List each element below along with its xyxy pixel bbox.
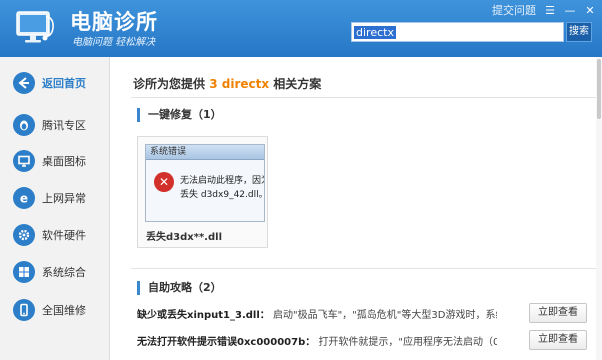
guide-row: 无法打开软件提示错误0xc000007b： 打开软件就提示，"应用程序无法启动（… xyxy=(137,330,597,350)
sidebar-item-home[interactable]: 返回首页 xyxy=(0,68,110,98)
quick-fix-card[interactable]: 系统错误 ✕ 无法启动此程序，因为 丢失 d3dx9_42.dll。 丢失d3d… xyxy=(137,136,268,248)
app-header: 电脑诊所 电脑问题 轻松解决 提交问题 ☰ — ✕ directx 搜索 xyxy=(0,0,602,57)
arrow-left-icon xyxy=(13,72,35,94)
quick-fix-title: 一键修复（1） xyxy=(137,108,222,122)
sidebar-item-tencent[interactable]: 腾讯专区 xyxy=(0,110,110,140)
thumb-error-line1: 无法启动此程序，因为 xyxy=(180,176,265,186)
sidebar-item-repair[interactable]: 全国维修 xyxy=(0,295,110,325)
view-now-button[interactable]: 立即查看 xyxy=(529,330,587,350)
sidebar-item-system[interactable]: 系统综合 xyxy=(0,257,110,287)
guide-desc: 启动"极品飞车"，"孤岛危机"等大型3D游戏时，系统弹出对... xyxy=(272,310,497,321)
sidebar-item-software-hardware[interactable]: 软件硬件 xyxy=(0,220,110,250)
sidebar-item-label: 上网异常 xyxy=(42,192,86,205)
minimize-icon[interactable]: — xyxy=(564,4,576,16)
result-summary: 诊所为您提供 3 directx 相关方案 xyxy=(133,75,321,92)
result-count: 3 xyxy=(209,77,218,91)
app-title: 电脑诊所 xyxy=(70,10,158,34)
sidebar-item-label: 返回首页 xyxy=(42,77,86,90)
sidebar: 返回首页 腾讯专区 桌面图标 e 上网异常 软件硬件 系统综合 全国维修 xyxy=(0,57,110,360)
phone-icon xyxy=(13,299,35,321)
menu-icon[interactable]: ☰ xyxy=(544,4,556,16)
app-slogan: 电脑问题 轻松解决 xyxy=(72,37,156,48)
error-dialog-thumbnail: 系统错误 ✕ 无法启动此程序，因为 丢失 d3dx9_42.dll。 xyxy=(145,144,265,222)
scrollbar[interactable] xyxy=(596,57,602,360)
guides-title: 自助攻略（2） xyxy=(137,281,222,295)
view-now-button[interactable]: 立即查看 xyxy=(529,303,587,323)
thumb-window-title: 系统错误 xyxy=(146,145,264,160)
guide-text[interactable]: 缺少或丢失xinput1_3.dll： 启动"极品飞车"，"孤岛危机"等大型3D… xyxy=(137,306,497,321)
guide-title: 缺少或丢失xinput1_3.dll： xyxy=(137,310,270,321)
monitor-icon xyxy=(13,150,35,172)
quick-fix-caption: 丢失d3dx**.dll xyxy=(146,232,222,243)
gear-icon xyxy=(13,224,35,246)
thumb-error-line2: 丢失 d3dx9_42.dll。 xyxy=(180,190,265,200)
penguin-icon xyxy=(13,114,35,136)
windows-icon xyxy=(13,261,35,283)
sidebar-item-label: 系统综合 xyxy=(42,266,86,279)
sidebar-item-label: 全国维修 xyxy=(42,304,86,317)
sidebar-item-desktop-icons[interactable]: 桌面图标 xyxy=(0,146,110,176)
guide-desc: 打开软件就提示，"应用程序无法启动（0xc000... xyxy=(318,337,497,348)
close-icon[interactable]: ✕ xyxy=(584,4,596,16)
ie-icon: e xyxy=(13,187,35,209)
sidebar-item-network[interactable]: e 上网异常 xyxy=(0,183,110,213)
guide-row: 缺少或丢失xinput1_3.dll： 启动"极品飞车"，"孤岛危机"等大型3D… xyxy=(137,303,597,323)
guide-text[interactable]: 无法打开软件提示错误0xc000007b： 打开软件就提示，"应用程序无法启动（… xyxy=(137,333,497,348)
summary-suffix: 相关方案 xyxy=(273,77,322,91)
sidebar-item-label: 软件硬件 xyxy=(42,229,86,242)
feedback-link[interactable]: 提交问题 xyxy=(492,2,536,18)
search-button[interactable]: 搜索 xyxy=(566,22,592,42)
monitor-stethoscope-icon xyxy=(14,8,58,48)
scroll-thumb[interactable] xyxy=(597,59,601,119)
search-input[interactable]: directx xyxy=(354,26,396,39)
svg-text:e: e xyxy=(20,192,28,206)
summary-prefix: 诊所为您提供 xyxy=(133,77,206,91)
result-keyword: directx xyxy=(221,77,270,91)
sidebar-item-label: 腾讯专区 xyxy=(42,119,86,132)
divider xyxy=(131,268,597,269)
window-controls: 提交问题 ☰ — ✕ xyxy=(492,2,596,18)
main-content: 诊所为您提供 3 directx 相关方案 一键修复（1） 系统错误 ✕ 无法启… xyxy=(111,57,602,360)
sidebar-item-label: 桌面图标 xyxy=(42,155,86,168)
error-icon: ✕ xyxy=(154,172,174,192)
divider xyxy=(131,97,597,98)
search-box[interactable]: directx xyxy=(351,22,564,42)
guide-title: 无法打开软件提示错误0xc000007b： xyxy=(137,337,316,348)
